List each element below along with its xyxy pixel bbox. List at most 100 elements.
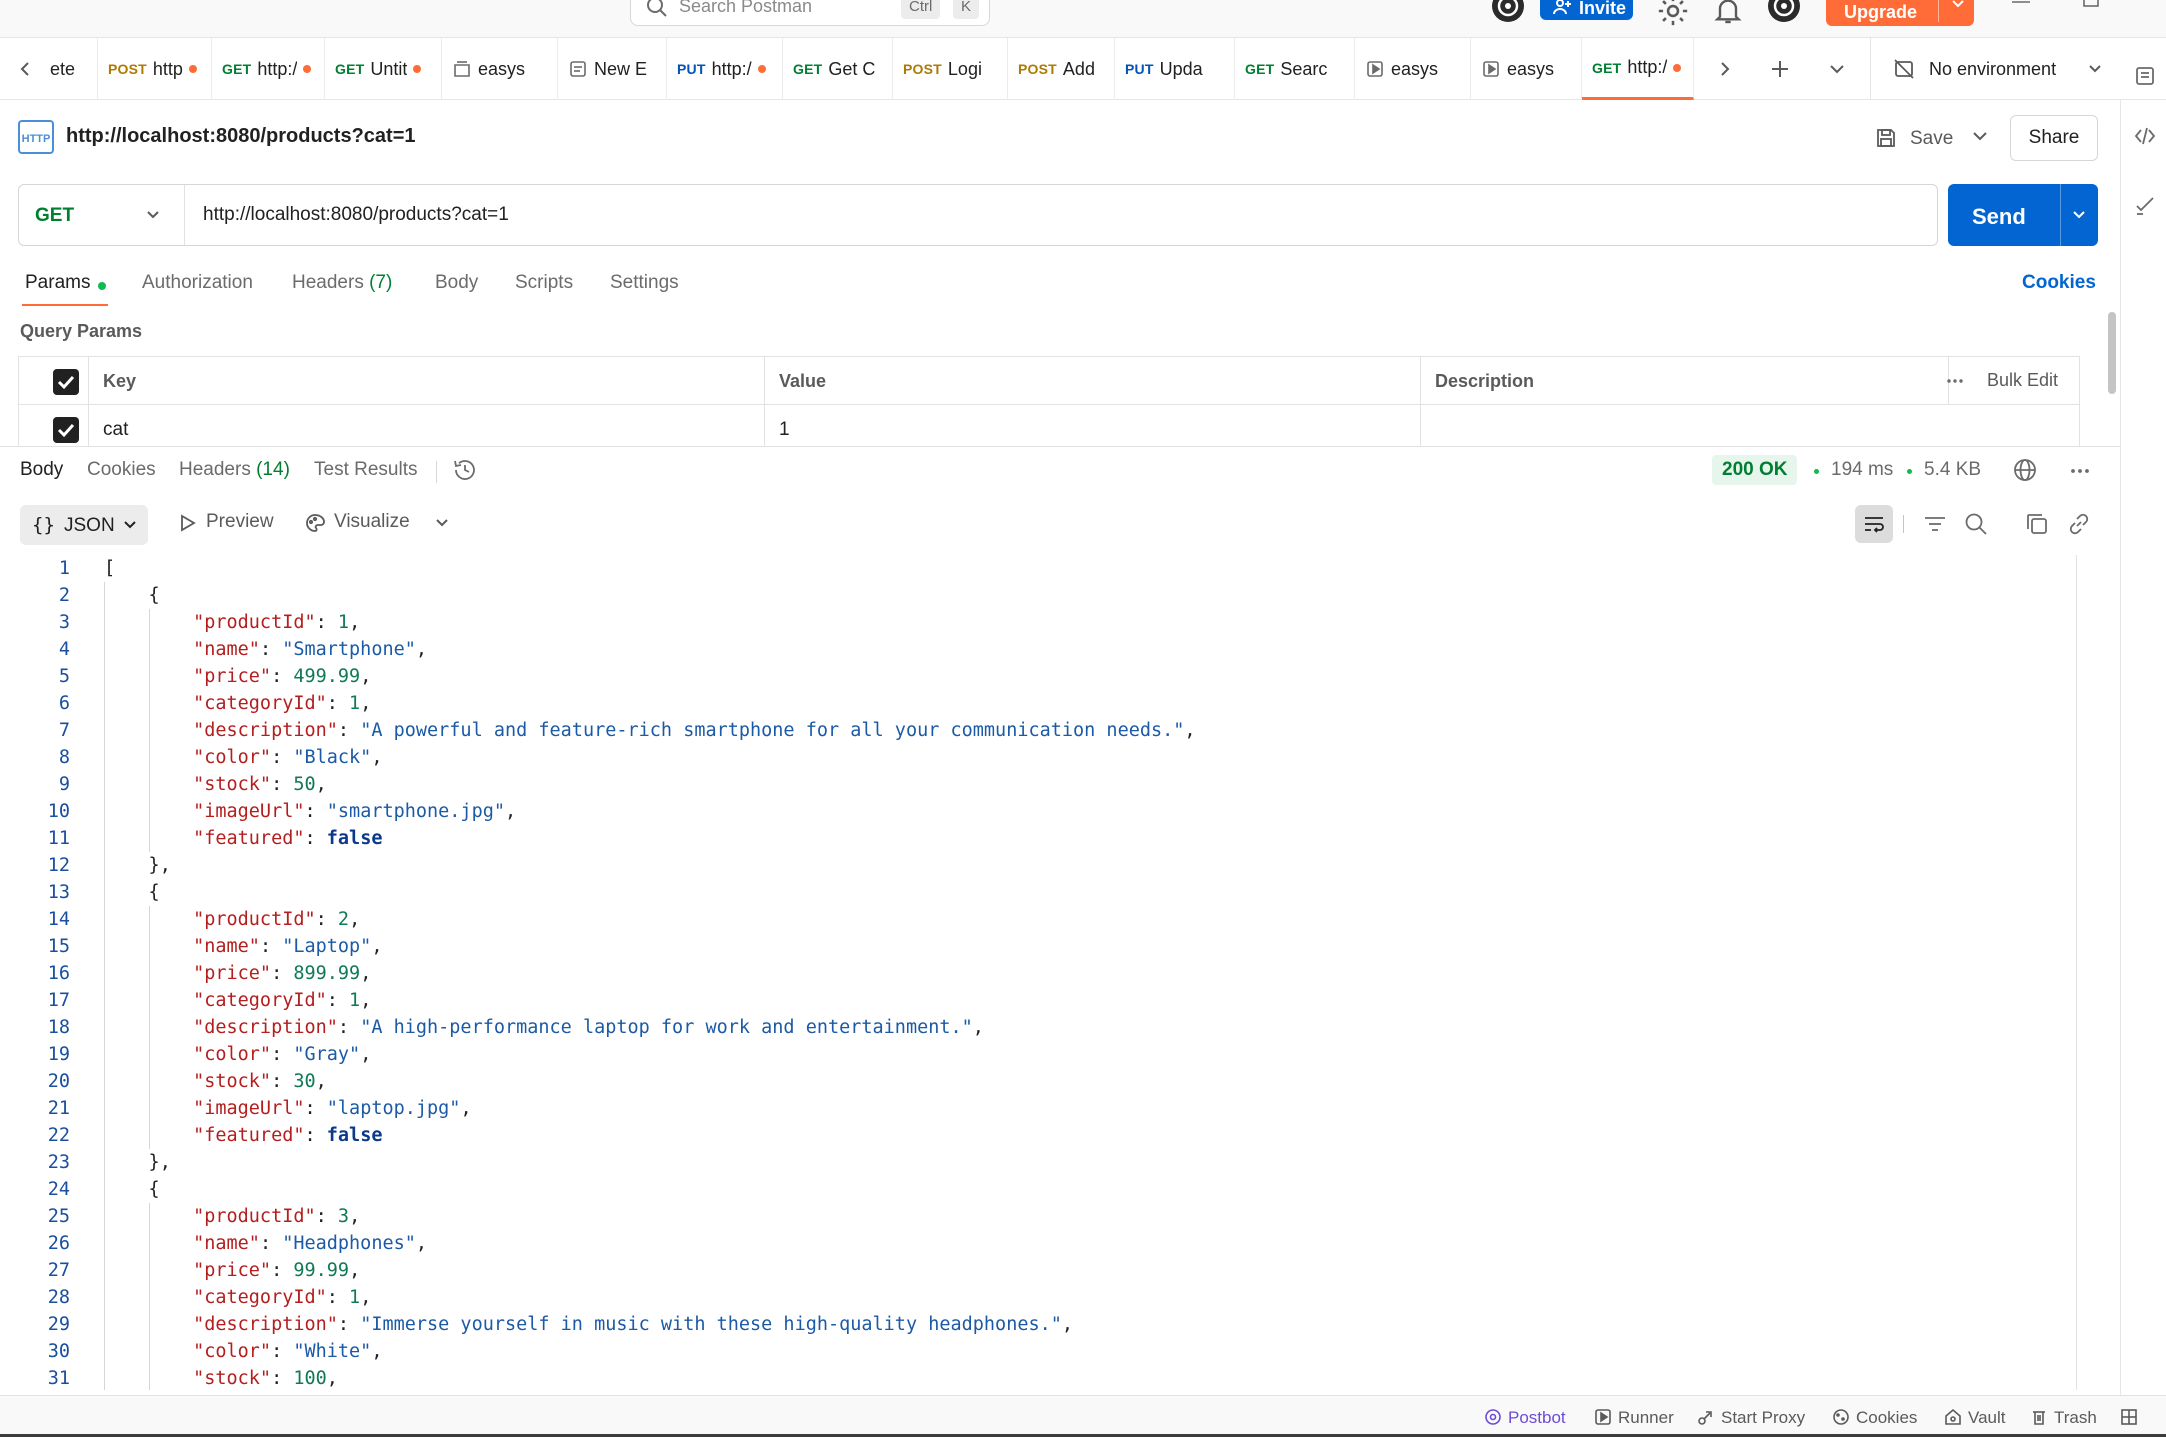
environment-selector[interactable]: No environment (1870, 38, 2130, 100)
cookies-link[interactable]: Cookies (2022, 272, 2096, 294)
send-options-chevron-down-icon[interactable] (2068, 204, 2090, 226)
tab-authorization[interactable]: Authorization (142, 272, 253, 294)
user-avatar-icon[interactable] (1766, 0, 1802, 24)
code-line: 15 "name": "Laptop", (0, 933, 2078, 960)
documentation-icon[interactable] (2133, 64, 2157, 88)
request-pane-scrollbar[interactable] (2108, 312, 2116, 394)
share-button[interactable]: Share (2010, 115, 2098, 161)
tab-request[interactable]: easys (442, 38, 558, 100)
response-tabs: Body Cookies Headers (14) Test Results 2… (0, 447, 2120, 497)
tab-request[interactable]: POST Logi (893, 38, 1008, 100)
bulk-edit-link[interactable]: Bulk Edit (1987, 370, 2058, 391)
layout-toggle[interactable] (2120, 1407, 2142, 1429)
maximize-window-icon[interactable] (2076, 0, 2106, 16)
tab-settings[interactable]: Settings (610, 272, 679, 294)
filter-icon[interactable] (1922, 511, 1948, 537)
request-url-input[interactable] (203, 185, 1923, 245)
tab-headers-count: (7) (369, 272, 393, 293)
query-params-label: Query Params (20, 321, 143, 341)
code-content: [ (104, 558, 116, 579)
response-tab-cookies[interactable]: Cookies (87, 459, 156, 481)
code-line: 10 "imageUrl": "smartphone.jpg", (0, 798, 2078, 825)
more-options-icon[interactable] (1945, 371, 1965, 391)
tab-request[interactable]: GET Searc (1235, 38, 1355, 100)
param-key-cell[interactable]: cat (89, 405, 765, 446)
code-line: 3 "productId": 1, (0, 609, 2078, 636)
code-line: 8 "color": "Black", (0, 744, 2078, 771)
tab-name-label: New E (594, 58, 648, 79)
workspace-avatar-icon[interactable] (1490, 0, 1526, 24)
response-more-options-icon[interactable] (2068, 461, 2092, 481)
param-description-cell[interactable] (1421, 405, 2079, 446)
chevron-left-icon[interactable] (14, 58, 36, 80)
params-active-dot (98, 282, 106, 290)
add-user-icon (1552, 0, 1572, 16)
tab-scripts[interactable]: Scripts (515, 272, 573, 294)
response-body-viewer[interactable]: 1[2 {3 "productId": 1, 4 "name": "Smartph… (0, 555, 2078, 1390)
tab-body[interactable]: Body (435, 272, 478, 294)
tab-request[interactable]: GET Untit (325, 38, 442, 100)
tab-name-label: Add (1062, 58, 1095, 79)
response-tab-body[interactable]: Body (20, 459, 63, 481)
select-all-checkbox[interactable] (53, 369, 79, 395)
environment-icon (568, 59, 588, 79)
search-postman-input[interactable]: Search Postman Ctrl K (630, 0, 990, 26)
code-line: 2 { (0, 582, 2078, 609)
tab-request[interactable]: POST Add (1008, 38, 1115, 100)
tab-request[interactable]: GET http:/ (212, 38, 325, 100)
chevron-down-icon[interactable] (1948, 0, 1968, 14)
line-number: 17 (47, 990, 70, 1011)
tab-request[interactable]: PUT Upda (1115, 38, 1235, 100)
status-code-badge[interactable]: 200 OK (1712, 455, 1798, 485)
response-history-icon[interactable] (452, 457, 478, 483)
request-title[interactable]: http://localhost:8080/products?cat=1 (66, 125, 416, 148)
tab-request[interactable]: POST http (98, 38, 212, 100)
notifications-bell-icon[interactable] (1712, 0, 1744, 24)
minimize-window-icon[interactable] (2006, 0, 2036, 16)
key-header: Key (89, 357, 765, 405)
save-button[interactable]: Save (1868, 114, 1958, 160)
code-snippet-icon[interactable] (2133, 124, 2157, 148)
related-collections-icon[interactable] (2133, 194, 2157, 218)
response-tab-test-results[interactable]: Test Results (314, 459, 417, 481)
tab-request[interactable]: PUT http:/ (667, 38, 783, 100)
invite-button[interactable]: Invite (1540, 0, 1633, 20)
param-value-cell[interactable]: 1 (765, 405, 1421, 446)
copy-link-icon[interactable] (2066, 511, 2092, 537)
copy-icon[interactable] (2024, 511, 2050, 537)
visualize-chevron-down-icon[interactable] (432, 513, 452, 533)
code-content: { (104, 882, 160, 903)
upgrade-button[interactable]: Upgrade (1826, 0, 1974, 26)
code-scrollbar-track[interactable] (2076, 555, 2077, 1390)
response-tab-headers[interactable]: Headers (14) (179, 459, 290, 481)
line-number: 1 (58, 558, 70, 579)
settings-gear-icon[interactable] (1656, 0, 1690, 26)
tab-request[interactable]: ete (40, 38, 98, 100)
tab-headers[interactable]: Headers (7) (292, 272, 392, 294)
tab-params[interactable]: Params (25, 272, 90, 294)
tab-request[interactable]: GET Get C (783, 38, 893, 100)
response-format-select[interactable]: {} JSON (20, 505, 148, 545)
tab-request[interactable]: easys (1355, 38, 1471, 100)
search-icon[interactable] (1963, 511, 1989, 537)
save-options-chevron-down-icon[interactable] (1968, 124, 1992, 148)
line-number: 7 (58, 720, 70, 741)
line-number: 30 (47, 1341, 70, 1362)
send-button[interactable]: Send (1948, 184, 2098, 246)
param-enabled-checkbox[interactable] (53, 417, 79, 443)
wrap-lines-button[interactable] (1855, 505, 1893, 543)
tab-list-chevron-down-icon[interactable] (1826, 58, 1848, 80)
line-number: 8 (58, 747, 70, 768)
trash-icon (2030, 1408, 2048, 1426)
tab-request[interactable]: easys (1471, 38, 1582, 100)
response-size[interactable]: 5.4 KB (1924, 459, 1981, 481)
http-method-select[interactable]: GET (19, 185, 185, 245)
tab-method-label: GET (1592, 59, 1622, 76)
tab-active-request[interactable]: GET http:/ (1582, 38, 1694, 100)
chevron-right-icon[interactable] (1714, 58, 1736, 80)
tab-request[interactable]: New E (558, 38, 667, 100)
network-globe-icon[interactable] (2012, 457, 2038, 483)
response-time[interactable]: 194 ms (1831, 459, 1893, 481)
code-content: "description": "Immerse yourself in musi… (193, 1314, 1074, 1335)
new-tab-plus-icon[interactable] (1769, 58, 1791, 80)
